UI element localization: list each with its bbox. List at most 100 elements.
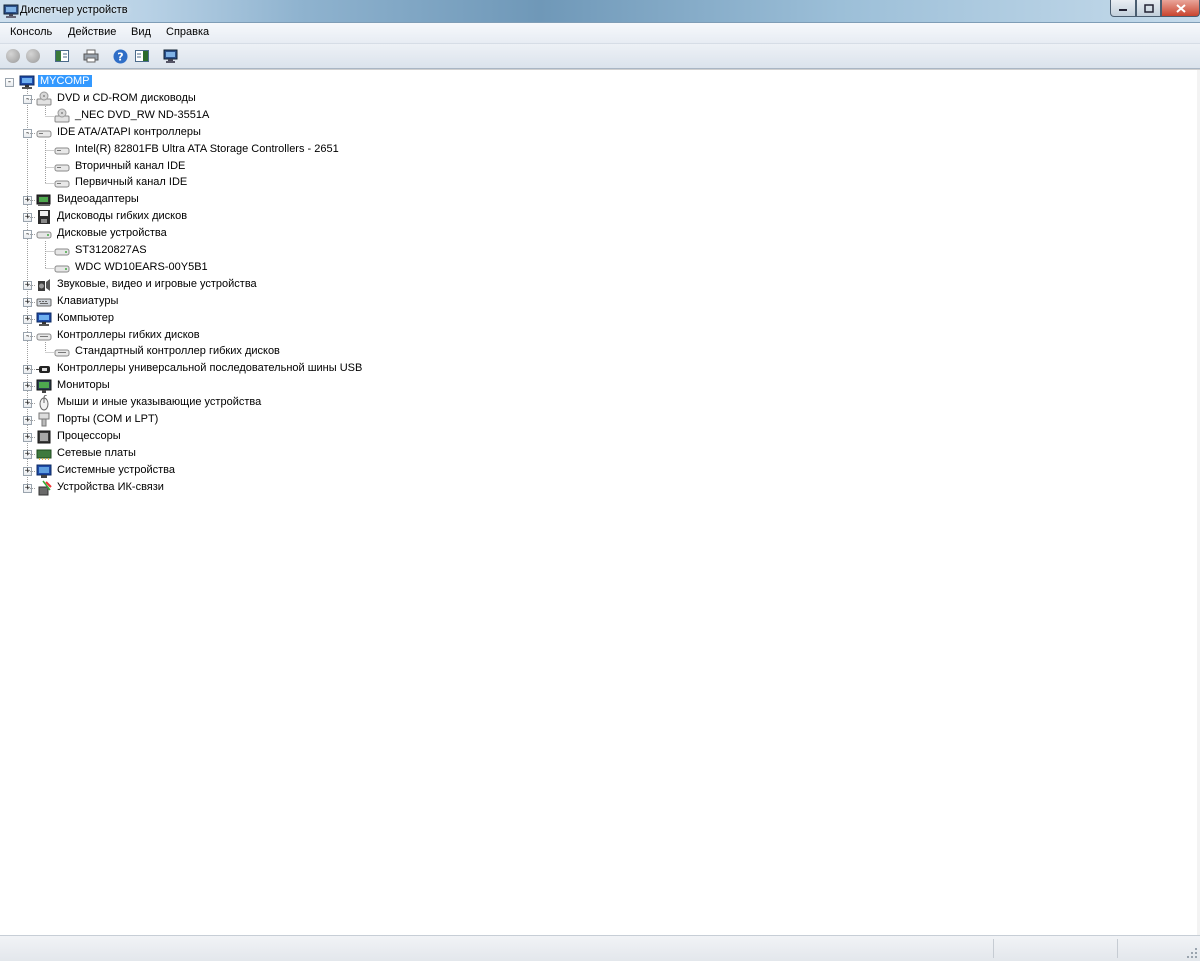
- resize-grip-icon[interactable]: [1186, 947, 1198, 959]
- tree-node-label: Звуковые, видео и игровые устройства: [57, 277, 257, 290]
- tree-node-label: Сетевые платы: [57, 446, 136, 459]
- tree-category[interactable]: - DVD и CD-ROM дисководы: [0, 91, 600, 108]
- tree-branch-line: [28, 301, 36, 303]
- tree-node-label: Устройства ИК-связи: [57, 480, 164, 493]
- tree-device[interactable]: _NEC DVD_RW ND-3551A: [0, 108, 600, 125]
- title-bar[interactable]: Диспетчер устройств: [0, 0, 1200, 23]
- tree-category[interactable]: - Дисковые устройства: [0, 226, 600, 243]
- print-button[interactable]: [83, 48, 99, 64]
- tree-category[interactable]: - IDE ATA/ATAPI контроллеры: [0, 125, 600, 142]
- tree-category[interactable]: + Дисководы гибких дисков: [0, 209, 600, 226]
- tree-node-label: Компьютер: [57, 311, 114, 324]
- forward-button[interactable]: [25, 48, 41, 64]
- menu-action[interactable]: Действие: [67, 26, 117, 38]
- tree-node-label: Видеоадаптеры: [57, 193, 139, 206]
- menu-console[interactable]: Консоль: [9, 26, 53, 38]
- tree-root-label: MYCOMP: [38, 75, 92, 87]
- tree-category[interactable]: + Мониторы: [0, 378, 600, 395]
- tree-branch-line: [28, 470, 36, 472]
- tree-node-label: IDE ATA/ATAPI контроллеры: [57, 125, 201, 138]
- monitor-icon: [163, 49, 178, 63]
- tree-category[interactable]: + Мыши и иные указывающие устройства: [0, 395, 600, 412]
- keyboard-icon: [36, 298, 52, 307]
- tree-branch-line: [28, 98, 36, 100]
- tree-node-label: Дисковые устройства: [57, 227, 167, 240]
- tree-node-label: Процессоры: [57, 429, 121, 442]
- ide-controller-icon: [36, 130, 52, 138]
- tree-branch-line: [28, 318, 36, 320]
- restore-button[interactable]: [1136, 0, 1161, 17]
- back-button[interactable]: [5, 48, 21, 64]
- device-manager-icon: [3, 4, 19, 18]
- toolbar: ?: [0, 44, 1200, 69]
- show-hide-tree-icon: [55, 50, 69, 62]
- window-title: Диспетчер устройств: [20, 4, 128, 16]
- tree-device[interactable]: Intel(R) 82801FB Ultra ATA Storage Contr…: [0, 142, 600, 159]
- help-button[interactable]: ?: [112, 48, 128, 64]
- tree-node-label: Системные устройства: [57, 463, 176, 476]
- tree-branch-line: [28, 453, 36, 455]
- collapse-toggle[interactable]: -: [5, 78, 14, 87]
- tree-category[interactable]: + Контроллеры универсальной последователь…: [0, 361, 600, 378]
- infrared-icon: [38, 480, 52, 496]
- tree-category[interactable]: + Звуковые, видео и игровые устройства: [0, 277, 600, 294]
- tree-device[interactable]: ST3120827AS: [0, 243, 600, 260]
- tree-branch-line: [28, 487, 36, 489]
- floppy-controller-icon: [54, 349, 70, 357]
- disk-drive-icon: [54, 248, 70, 256]
- cdrom-icon: [36, 91, 52, 106]
- computer-icon: [19, 75, 35, 89]
- tree-category[interactable]: + Сетевые платы: [0, 446, 600, 463]
- tree-category[interactable]: + Системные устройства: [0, 463, 600, 480]
- close-button[interactable]: [1161, 0, 1200, 17]
- tree-device[interactable]: Вторичный канал IDE: [0, 159, 600, 176]
- tree-category[interactable]: + Клавиатуры: [0, 294, 600, 311]
- tree-branch-line: [28, 284, 36, 286]
- close-icon: [1175, 3, 1186, 13]
- tree-device[interactable]: Стандартный контроллер гибких дисков: [0, 344, 600, 361]
- tree-node-label: Вторичный канал IDE: [75, 159, 186, 172]
- menu-bar: Консоль Действие Вид Справка: [0, 23, 1200, 44]
- status-separator: [1117, 939, 1118, 958]
- tree-node-label: Первичный канал IDE: [75, 176, 188, 189]
- minimize-icon: [1119, 9, 1127, 11]
- disk-drive-icon: [54, 265, 70, 273]
- tree-device[interactable]: Первичный канал IDE: [0, 175, 600, 192]
- monitor-button[interactable]: [163, 48, 179, 64]
- tree-node-label: _NEC DVD_RW ND-3551A: [75, 108, 210, 121]
- status-separator: [993, 939, 994, 958]
- floppy-controller-icon: [36, 333, 52, 340]
- minimize-button[interactable]: [1110, 0, 1136, 17]
- ide-controller-icon: [54, 147, 70, 155]
- tree-branch-line: [28, 403, 36, 405]
- port-icon: [38, 412, 50, 427]
- tree-category[interactable]: + Видеоадаптеры: [0, 192, 600, 209]
- monitor-icon: [36, 379, 52, 394]
- menu-help[interactable]: Справка: [165, 26, 210, 38]
- tree-category[interactable]: + Устройства ИК-связи: [0, 480, 600, 497]
- tree-category[interactable]: - Контроллеры гибких дисков: [0, 328, 600, 345]
- tree-category[interactable]: + Компьютер: [0, 311, 600, 328]
- tree-node-label: Intel(R) 82801FB Ultra ATA Storage Contr…: [75, 142, 339, 155]
- back-icon: [6, 49, 20, 63]
- tree-node-label: Контроллеры универсальной последовательн…: [57, 362, 363, 375]
- menu-view[interactable]: Вид: [130, 26, 152, 38]
- tree-device[interactable]: WDC WD10EARS-00Y5B1: [0, 260, 600, 277]
- device-tree[interactable]: - MYCOMP - DVD и CD-ROM дисководы _NEC DVD_R…: [0, 69, 1200, 936]
- tree-branch-line: [28, 217, 36, 219]
- usb-icon: [36, 366, 50, 374]
- action-pane-button[interactable]: [134, 48, 150, 64]
- action-pane-icon: [135, 50, 149, 62]
- tree-node-label: Стандартный контроллер гибких дисков: [75, 345, 280, 358]
- computer-icon: [36, 312, 52, 326]
- mouse-icon: [39, 395, 49, 411]
- tree-branch-line: [28, 234, 36, 236]
- tree-branch-line: [28, 436, 36, 438]
- tree-root[interactable]: - MYCOMP: [0, 74, 400, 91]
- floppy-icon: [38, 210, 50, 225]
- restore-icon: [1143, 3, 1154, 13]
- tree-category[interactable]: + Порты (COM и LPT): [0, 412, 600, 429]
- tree-category[interactable]: + Процессоры: [0, 429, 600, 446]
- help-icon: ?: [113, 49, 127, 63]
- show-hide-tree-button[interactable]: [54, 48, 70, 64]
